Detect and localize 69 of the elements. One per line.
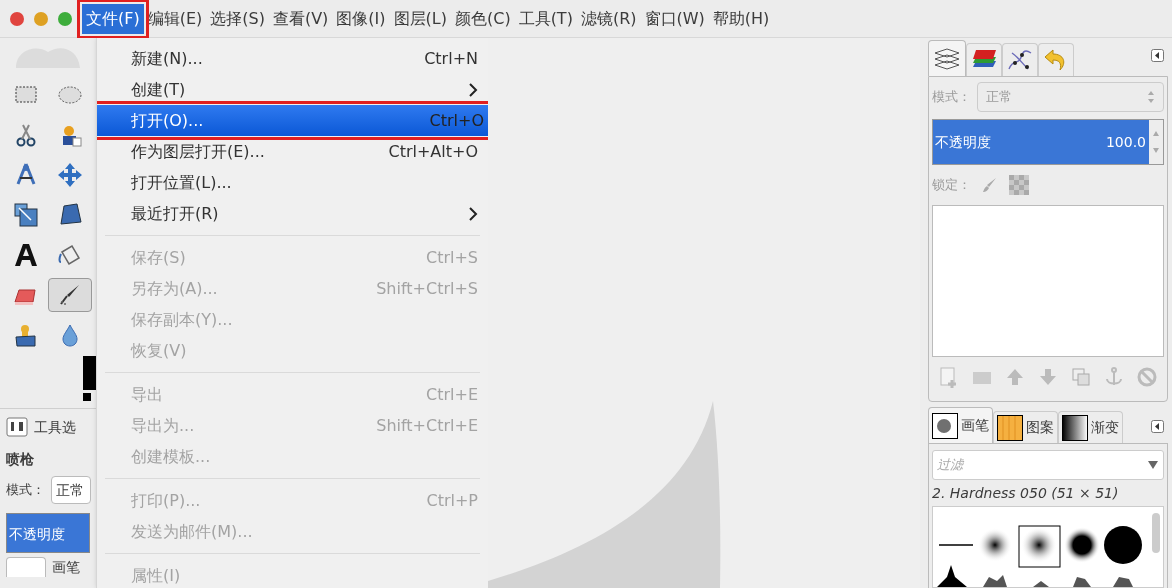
- mode-dropdown[interactable]: 正常: [51, 476, 91, 504]
- menu-item[interactable]: 编辑(E): [143, 3, 207, 34]
- pattern-swatch-icon: [997, 414, 1023, 441]
- foreground-color-swatch[interactable]: [83, 356, 96, 390]
- checkerboard-icon[interactable]: [1009, 175, 1029, 195]
- menu-item: 保存副本(Y)...: [130, 308, 234, 331]
- duplicate-icon[interactable]: [1070, 366, 1093, 388]
- menu-item[interactable]: 帮助(H): [708, 3, 774, 34]
- opacity-slider[interactable]: 不透明度 100.0: [933, 120, 1149, 164]
- active-tool-button[interactable]: [48, 278, 92, 312]
- window-control-button[interactable]: [10, 11, 24, 26]
- layers-list[interactable]: [932, 205, 1164, 357]
- menu-item[interactable]: 查看(V): [268, 3, 333, 34]
- menu-item[interactable]: 颜色(C): [450, 3, 515, 34]
- menu-item: 发送为邮件(M)...: [130, 520, 254, 543]
- tool-name: 喷枪: [5, 449, 35, 469]
- layers-tab[interactable]: [928, 40, 966, 76]
- opacity-slider[interactable]: 不透明度: [6, 513, 90, 553]
- menu-item: 打印(P)... Ctrl+P: [130, 489, 479, 512]
- panel-tab[interactable]: 图案: [993, 411, 1058, 443]
- menu-item[interactable]: 最近打开(R): [97, 198, 488, 229]
- clone-stamp-icon[interactable]: [13, 322, 39, 348]
- delete-icon[interactable]: [1136, 366, 1159, 388]
- reset-colors-icon[interactable]: [83, 393, 91, 401]
- menu-item[interactable]: 创建(T): [97, 74, 488, 105]
- menu-item: 另存为(A)... Shift+Ctrl+S: [130, 277, 479, 300]
- brush-preview-icon: [932, 412, 958, 439]
- menu-item: 导出为... Shift+Ctrl+E: [130, 414, 479, 437]
- menu-item[interactable]: 打开位置(L)...: [97, 167, 488, 198]
- menu-item[interactable]: 作为图层打开(E)... Ctrl+Alt+O: [97, 136, 488, 167]
- scale-icon[interactable]: [13, 202, 39, 228]
- menu-item[interactable]: 窗口(W): [640, 3, 709, 34]
- menu-item[interactable]: 工具(T): [514, 3, 577, 34]
- dropdown-arrow-icon[interactable]: [1147, 460, 1159, 470]
- window-control-button[interactable]: [58, 11, 72, 26]
- paths-tab[interactable]: [1002, 43, 1038, 76]
- text-tool-icon[interactable]: [13, 242, 39, 268]
- menu-item[interactable]: 新建(N)... Ctrl+N: [97, 43, 488, 74]
- brush-label: 画笔: [52, 559, 80, 575]
- brush-name: 2. Hardness 050 (51 × 51): [932, 483, 1120, 503]
- panel-tab[interactable]: 渐变: [1058, 411, 1123, 443]
- spin-arrows-icon: [1147, 90, 1155, 104]
- menu-item[interactable]: 图像(I): [332, 3, 390, 34]
- mode-label: 模式：: [6, 481, 45, 500]
- brush-icon[interactable]: [981, 176, 999, 194]
- menu-item: 创建模板...: [130, 445, 212, 468]
- move-arrows-icon[interactable]: [57, 162, 83, 188]
- filter-field[interactable]: 过滤: [932, 450, 1164, 480]
- brush-preview[interactable]: [6, 557, 46, 577]
- menu-item[interactable]: 选择(S): [206, 3, 269, 34]
- menu-item: 保存(S) Ctrl+S: [130, 246, 479, 269]
- menu-item: 属性(I): [130, 564, 182, 587]
- window-control-button[interactable]: [34, 11, 48, 26]
- tool-options-icon: [6, 417, 28, 437]
- perspective-icon[interactable]: [57, 202, 83, 228]
- mode-label: 模式：: [932, 88, 971, 107]
- panel-menu-icon[interactable]: [1151, 420, 1164, 433]
- panel-menu-icon[interactable]: [1151, 49, 1164, 62]
- menu-item[interactable]: 图层(L): [389, 3, 451, 34]
- gradient-swatch-icon: [1062, 414, 1088, 441]
- menu-item: 恢复(V): [129, 339, 188, 362]
- panel-title: 工具选: [34, 417, 76, 437]
- channels-tab[interactable]: [966, 43, 1002, 76]
- filter-field[interactable]: 过滤: [937, 455, 1117, 475]
- scrollbar-thumb[interactable]: [1152, 513, 1160, 553]
- lock-label: 锁定：: [932, 176, 971, 195]
- panel-tab[interactable]: 画笔: [928, 407, 993, 443]
- menu-item[interactable]: 滤镜(R): [576, 3, 641, 34]
- menu-item: 导出 Ctrl+E: [130, 383, 479, 406]
